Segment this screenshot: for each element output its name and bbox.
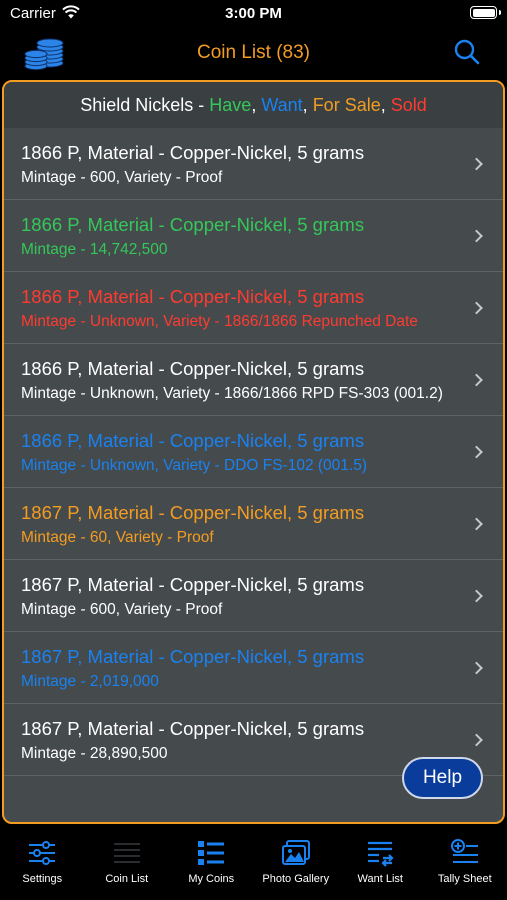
coin-title: 1867 P, Material - Copper-Nickel, 5 gram… (21, 718, 365, 739)
coin-details: Mintage - 60, Variety - Proof (21, 529, 214, 546)
chevron-right-icon (470, 517, 483, 530)
nav-bar: Coin List (83) (0, 28, 507, 80)
chevron-right-icon (470, 733, 483, 746)
coin-title: 1866 P, Material - Copper-Nickel, 5 gram… (21, 430, 365, 451)
chevron-right-icon (470, 445, 483, 458)
chevron-right-icon (470, 157, 483, 170)
coin-details: Mintage - Unknown, Variety - 1866/1866 R… (21, 385, 443, 402)
coin-details: Mintage - 2,019,000 (21, 673, 159, 690)
coin-row[interactable]: 1866 P, Material - Copper-Nickel, 5 gram… (4, 344, 503, 416)
coin-details: Mintage - Unknown, Variety - 1866/1866 R… (21, 313, 418, 330)
tab-label: Photo Gallery (262, 873, 330, 885)
want-list-icon (368, 841, 394, 867)
tally-sheet-icon (450, 839, 478, 863)
coin-row[interactable]: 1867 P, Material - Copper-Nickel, 5 gram… (4, 560, 503, 632)
coin-title: 1867 P, Material - Copper-Nickel, 5 gram… (21, 646, 365, 667)
page-title: Coin List (83) (197, 42, 310, 63)
bulleted-list-icon (198, 841, 225, 865)
tab-label: Settings (22, 873, 63, 885)
legend-separator: , (302, 95, 313, 115)
coin-row[interactable]: 1866 P, Material - Copper-Nickel, 5 gram… (4, 272, 503, 344)
coin-row[interactable]: 1866 P, Material - Copper-Nickel, 5 gram… (4, 416, 503, 488)
sliders-icon (29, 841, 56, 865)
coin-row[interactable]: 1866 P, Material - Copper-Nickel, 5 gram… (4, 200, 503, 272)
legend-sold: Sold (390, 95, 427, 115)
chevron-right-icon (470, 373, 483, 386)
coin-row[interactable]: 1867 P, Material - Copper-Nickel, 5 gram… (4, 632, 503, 704)
coin-row[interactable]: 1867 P, Material - Copper-Nickel, 5 gram… (4, 488, 503, 560)
tab-settings[interactable]: Settings (0, 824, 85, 900)
tab-label: Want List (357, 873, 403, 885)
tab-my-coins[interactable]: My Coins (169, 824, 254, 900)
photo-gallery-icon (281, 840, 310, 865)
coin-details: Mintage - 28,890,500 (21, 745, 168, 762)
coin-title: 1867 P, Material - Copper-Nickel, 5 gram… (21, 502, 365, 523)
legend-want: Want (261, 95, 303, 115)
coin-title: 1866 P, Material - Copper-Nickel, 5 gram… (21, 358, 365, 379)
tab-label: Tally Sheet (437, 873, 492, 885)
coin-title: 1866 P, Material - Copper-Nickel, 5 gram… (21, 142, 365, 163)
coin-details: Mintage - 600, Variety - Proof (21, 169, 223, 186)
tab-label: My Coins (188, 873, 235, 885)
search-icon[interactable] (453, 38, 481, 66)
chevron-right-icon (470, 589, 483, 602)
chevron-right-icon (470, 301, 483, 314)
coin-title: 1866 P, Material - Copper-Nickel, 5 gram… (21, 286, 365, 307)
coin-details: Mintage - 14,742,500 (21, 241, 168, 258)
coin-row[interactable]: 1866 P, Material - Copper-Nickel, 5 gram… (4, 128, 503, 200)
coin-list[interactable]: Shield Nickels - Have, Want, For Sale, S… (2, 80, 505, 824)
tab-photo-gallery[interactable]: Photo Gallery (254, 824, 339, 900)
list-lines-icon (113, 843, 140, 863)
tab-tally-sheet[interactable]: Tally Sheet (423, 824, 507, 900)
tab-coin-list[interactable]: Coin List (85, 824, 170, 900)
legend-for-sale: For Sale (312, 95, 381, 115)
coin-title: 1867 P, Material - Copper-Nickel, 5 gram… (21, 574, 365, 595)
chevron-right-icon (470, 229, 483, 242)
legend-separator: , (251, 95, 262, 115)
status-time: 3:00 PM (225, 5, 282, 22)
coin-title: 1866 P, Material - Copper-Nickel, 5 gram… (21, 214, 365, 235)
tab-want-list[interactable]: Want List (338, 824, 423, 900)
tab-label: Coin List (105, 873, 149, 885)
battery-icon (470, 6, 501, 19)
coin-details: Mintage - 600, Variety - Proof (21, 601, 223, 618)
coin-details: Mintage - Unknown, Variety - DDO FS-102 … (21, 457, 368, 474)
section-header: Shield Nickels - Have, Want, For Sale, S… (4, 82, 503, 128)
legend-have: Have (209, 95, 252, 115)
help-button[interactable]: Help (402, 757, 483, 799)
tab-bar: Settings Coin List My Coins Photo Galler… (0, 824, 507, 900)
legend-separator: , (380, 95, 391, 115)
section-series-label: Shield Nickels - (80, 95, 210, 115)
status-bar: Carrier 3:00 PM (0, 0, 507, 28)
chevron-right-icon (470, 661, 483, 674)
